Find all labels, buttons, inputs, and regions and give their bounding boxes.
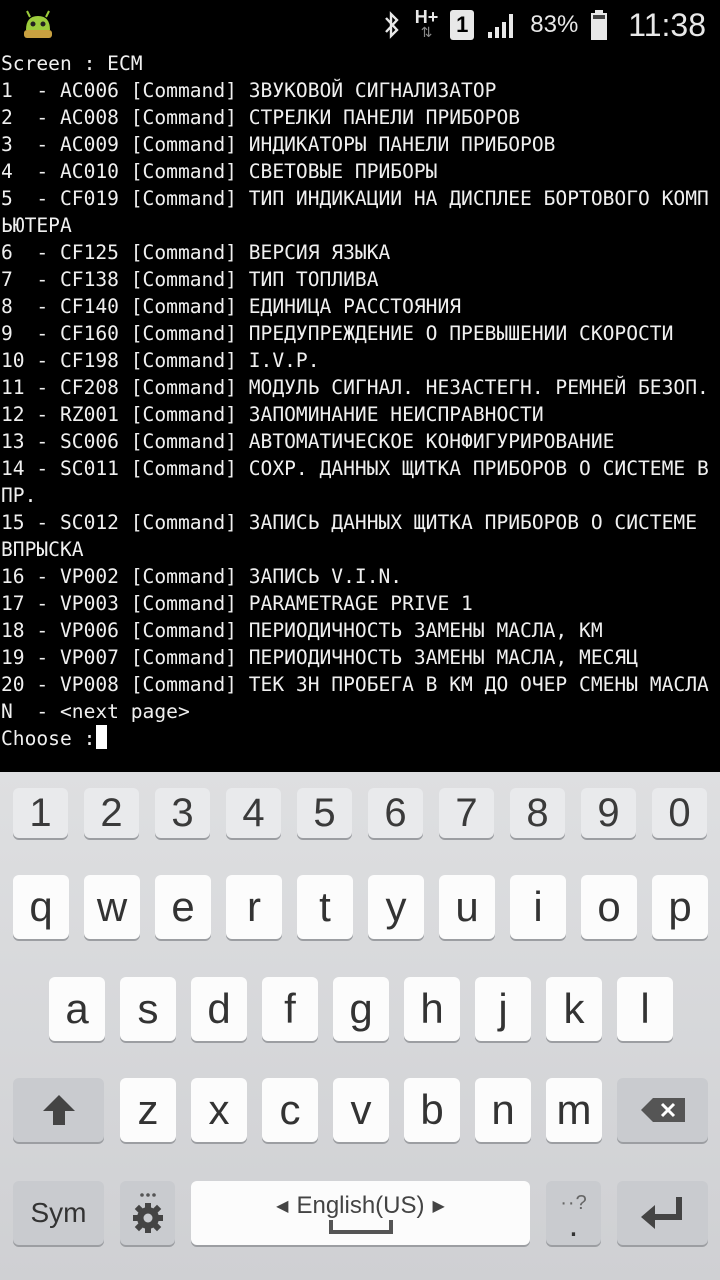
terminal-menu-line: 7 - CF138 [Command] ТИП ТОПЛИВА	[1, 268, 379, 291]
sym-key[interactable]: Sym	[13, 1181, 104, 1245]
key-i[interactable]: i	[510, 875, 566, 939]
period-label: .	[568, 1205, 579, 1244]
key-d[interactable]: d	[191, 977, 247, 1041]
status-bar: H+ ⇅ 1 83% 11:38	[0, 0, 720, 50]
punctuation-key[interactable]: ··? .	[546, 1181, 601, 1245]
terminal-prompt-line[interactable]: Choose :	[1, 725, 108, 752]
key-9[interactable]: 9	[581, 788, 636, 838]
key-4[interactable]: 4	[226, 788, 281, 838]
terminal-menu-line: 5 - CF019 [Command] ТИП ИНДИКАЦИИ НА ДИС…	[1, 187, 709, 210]
key-m[interactable]: m	[546, 1078, 602, 1142]
key-r[interactable]: r	[226, 875, 282, 939]
key-f[interactable]: f	[262, 977, 318, 1041]
key-0[interactable]: 0	[652, 788, 707, 838]
key-z[interactable]: z	[120, 1078, 176, 1142]
key-2[interactable]: 2	[84, 788, 139, 838]
key-l[interactable]: l	[617, 977, 673, 1041]
terminal-next-page-line: N - <next page>	[1, 700, 190, 723]
terminal-output[interactable]: Screen : ECM 1 - AC006 [Command] ЗВУКОВО…	[0, 50, 720, 772]
terminal-menu-line: ПР.	[1, 484, 37, 507]
key-s[interactable]: s	[120, 977, 176, 1041]
terminal-menu-line: 2 - AC008 [Command] СТРЕЛКИ ПАНЕЛИ ПРИБО…	[1, 106, 521, 129]
terminal-menu-line: 1 - AC006 [Command] ЗВУКОВОЙ СИГНАЛИЗАТО…	[1, 79, 497, 102]
terminal-menu-line: 6 - CF125 [Command] ВЕРСИЯ ЯЗЫКА	[1, 241, 391, 264]
key-7[interactable]: 7	[439, 788, 494, 838]
key-a[interactable]: a	[49, 977, 105, 1041]
key-o[interactable]: o	[581, 875, 637, 939]
bluetooth-icon	[384, 11, 399, 39]
terminal-menu-line: ЬЮТЕРА	[1, 214, 72, 237]
terminal-menu-line: 14 - SC011 [Command] СОХР. ДАННЫХ ЩИТКА …	[1, 457, 709, 480]
status-icons: H+ ⇅ 1 83% 11:38	[381, 0, 706, 50]
key-1[interactable]: 1	[13, 788, 68, 838]
terminal-menu-line: 20 - VP008 [Command] ТЕК ЗН ПРОБЕГА В КМ…	[1, 673, 709, 696]
key-n[interactable]: n	[475, 1078, 531, 1142]
key-5[interactable]: 5	[297, 788, 352, 838]
network-type: H+	[414, 7, 439, 27]
gear-icon	[132, 1193, 163, 1233]
terminal-menu-line: 12 - RZ001 [Command] ЗАПОМИНАНИЕ НЕИСПРА…	[1, 403, 544, 426]
terminal-prompt: Choose :	[1, 727, 96, 750]
key-p[interactable]: p	[652, 875, 708, 939]
network-indicator: H+ ⇅	[414, 7, 439, 41]
key-y[interactable]: y	[368, 875, 424, 939]
terminal-menu-line: 3 - AC009 [Command] ИНДИКАТОРЫ ПАНЕЛИ ПР…	[1, 133, 556, 156]
android-debug-icon	[24, 10, 52, 38]
key-q[interactable]: q	[13, 875, 69, 939]
key-6[interactable]: 6	[368, 788, 423, 838]
key-u[interactable]: u	[439, 875, 495, 939]
key-j[interactable]: j	[475, 977, 531, 1041]
terminal-menu-line: 18 - VP006 [Command] ПЕРИОДИЧНОСТЬ ЗАМЕН…	[1, 619, 603, 642]
key-e[interactable]: e	[155, 875, 211, 939]
terminal-menu-line: 17 - VP003 [Command] PARAMETRAGE PRIVE 1	[1, 592, 473, 615]
terminal-menu-line: 19 - VP007 [Command] ПЕРИОДИЧНОСТЬ ЗАМЕН…	[1, 646, 639, 669]
terminal-menu-line: 4 - AC010 [Command] СВЕТОВЫЕ ПРИБОРЫ	[1, 160, 438, 183]
enter-key[interactable]	[617, 1181, 708, 1245]
sim-slot-number: 1	[456, 12, 469, 37]
key-3[interactable]: 3	[155, 788, 210, 838]
terminal-menu-line: 9 - CF160 [Command] ПРЕДУПРЕЖДЕНИЕ О ПРЕ…	[1, 322, 674, 345]
space-key[interactable]: ◀ English(US) ▶	[191, 1181, 530, 1245]
battery-icon	[591, 10, 608, 40]
key-v[interactable]: v	[333, 1078, 389, 1142]
sim-slot-badge: 1	[450, 10, 475, 40]
chevron-right-icon: ▶	[432, 1198, 445, 1215]
terminal-screen-title: Screen : ECM	[1, 52, 143, 75]
shift-key[interactable]	[13, 1078, 104, 1142]
chevron-left-icon: ◀	[276, 1198, 289, 1215]
language-switcher: ◀ English(US) ▶	[276, 1192, 445, 1220]
shift-arrow-icon	[42, 1095, 75, 1125]
settings-key[interactable]	[120, 1181, 175, 1245]
key-c[interactable]: c	[262, 1078, 318, 1142]
key-8[interactable]: 8	[510, 788, 565, 838]
battery-percent: 83%	[530, 11, 579, 38]
terminal-menu-line: 8 - CF140 [Command] ЕДИНИЦА РАССТОЯНИЯ	[1, 295, 462, 318]
terminal-menu-line: 15 - SC012 [Command] ЗАПИСЬ ДАННЫХ ЩИТКА…	[1, 511, 697, 534]
key-g[interactable]: g	[333, 977, 389, 1041]
soft-keyboard: 1 2 3 4 5 6 7 8 9 0 q w e r t y u i o p …	[0, 772, 720, 1280]
key-w[interactable]: w	[84, 875, 140, 939]
key-h[interactable]: h	[404, 977, 460, 1041]
terminal-menu-line: 13 - SC006 [Command] АВТОМАТИЧЕСКОЕ КОНФ…	[1, 430, 615, 453]
terminal-menu-line: ВПРЫСКА	[1, 538, 84, 561]
backspace-key[interactable]	[617, 1078, 708, 1142]
language-label: English(US)	[296, 1192, 425, 1219]
key-k[interactable]: k	[546, 977, 602, 1041]
terminal-menu-line: 10 - CF198 [Command] I.V.P.	[1, 349, 320, 372]
sym-label: Sym	[30, 1197, 87, 1228]
key-x[interactable]: x	[191, 1078, 247, 1142]
terminal-menu-line: 11 - CF208 [Command] МОДУЛЬ СИГНАЛ. НЕЗА…	[1, 376, 709, 399]
text-cursor	[96, 725, 108, 749]
signal-icon	[488, 14, 514, 38]
clock: 11:38	[628, 6, 706, 43]
key-t[interactable]: t	[297, 875, 353, 939]
terminal-menu-line: 16 - VP002 [Command] ЗАПИСЬ V.I.N.	[1, 565, 403, 588]
backspace-icon	[640, 1098, 685, 1122]
enter-arrow-icon	[640, 1197, 682, 1229]
key-b[interactable]: b	[404, 1078, 460, 1142]
space-bar-icon	[328, 1220, 393, 1234]
data-arrows-icon: ⇅	[420, 25, 433, 41]
